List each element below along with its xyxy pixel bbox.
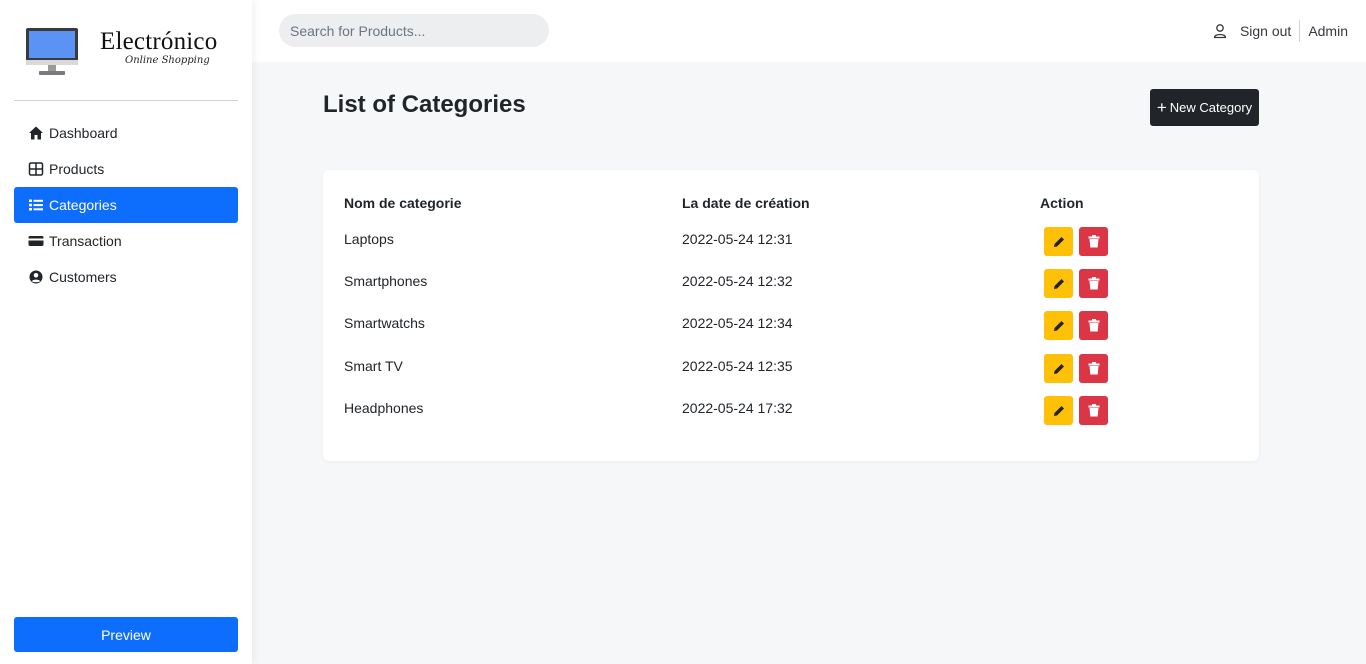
trash-icon — [1088, 362, 1099, 375]
credit-card-icon — [28, 233, 44, 249]
sidebar-item-label: Dashboard — [49, 125, 118, 141]
pencil-icon — [1053, 363, 1064, 374]
grid-icon — [28, 161, 44, 177]
table-row: Smart TV 2022-05-24 12:35 — [323, 354, 1259, 396]
table-row: Laptops 2022-05-24 12:31 — [323, 227, 1259, 269]
brand-name: Electrónico — [100, 28, 218, 55]
column-header-date: La date de création — [682, 195, 810, 211]
page-title: List of Categories — [323, 91, 526, 118]
search-input[interactable] — [279, 14, 549, 47]
pencil-icon — [1053, 278, 1064, 289]
new-category-label: New Category — [1169, 100, 1253, 115]
delete-button[interactable] — [1079, 354, 1108, 383]
edit-button[interactable] — [1044, 396, 1073, 425]
sidebar-item-customers[interactable]: Customers — [14, 259, 238, 295]
sidebar-item-dashboard[interactable]: Dashboard — [14, 115, 238, 151]
column-header-name: Nom de categorie — [344, 195, 462, 211]
delete-button[interactable] — [1079, 396, 1108, 425]
pencil-icon — [1053, 320, 1064, 331]
sidebar: Electrónico Online Shopping Dashboard Pr… — [0, 0, 252, 664]
category-name: Headphones — [344, 400, 424, 416]
user-icon[interactable] — [1212, 23, 1228, 39]
sidebar-item-label: Customers — [49, 269, 117, 285]
category-name: Laptops — [344, 231, 394, 247]
delete-button[interactable] — [1079, 269, 1108, 298]
monitor-icon — [26, 28, 78, 75]
sidebar-item-products[interactable]: Products — [14, 151, 238, 187]
house-icon — [28, 125, 44, 141]
user-menu: Sign out Admin — [1212, 20, 1348, 42]
edit-button[interactable] — [1044, 269, 1073, 298]
delete-button[interactable] — [1079, 227, 1108, 256]
category-name: Smartphones — [344, 273, 428, 289]
brand-logo[interactable]: Electrónico Online Shopping — [25, 25, 235, 80]
edit-button[interactable] — [1044, 227, 1073, 256]
topbar: Sign out Admin — [252, 0, 1366, 62]
creation-date: 2022-05-24 12:31 — [682, 231, 793, 247]
person-circle-icon — [28, 269, 44, 285]
trash-icon — [1088, 404, 1099, 417]
table-row: Smartwatchs 2022-05-24 12:34 — [323, 311, 1259, 353]
sidebar-item-label: Products — [49, 161, 105, 177]
sidebar-item-label: Categories — [49, 197, 117, 213]
list-icon — [28, 197, 44, 213]
plus-icon: + — [1156, 98, 1167, 117]
trash-icon — [1088, 235, 1099, 248]
sidebar-divider — [14, 100, 238, 101]
pencil-icon — [1053, 405, 1064, 416]
categories-table: Nom de categorie La date de création Act… — [323, 170, 1259, 461]
delete-button[interactable] — [1079, 311, 1108, 340]
user-name[interactable]: Admin — [1300, 20, 1348, 42]
pencil-icon — [1053, 236, 1064, 247]
sidebar-item-categories[interactable]: Categories — [14, 187, 238, 223]
creation-date: 2022-05-24 12:35 — [682, 358, 793, 374]
table-row: Smartphones 2022-05-24 12:32 — [323, 269, 1259, 311]
new-category-button[interactable]: + New Category — [1150, 89, 1259, 126]
column-header-action: Action — [1040, 195, 1084, 211]
sign-out-link[interactable]: Sign out — [1240, 20, 1301, 42]
table-row: Headphones 2022-05-24 17:32 — [323, 396, 1259, 438]
sidebar-item-transaction[interactable]: Transaction — [14, 223, 238, 259]
trash-icon — [1088, 277, 1099, 290]
creation-date: 2022-05-24 12:32 — [682, 273, 793, 289]
brand-tagline: Online Shopping — [125, 55, 210, 66]
preview-button[interactable]: Preview — [14, 617, 238, 652]
creation-date: 2022-05-24 17:32 — [682, 400, 793, 416]
sidebar-item-label: Transaction — [49, 233, 122, 249]
trash-icon — [1088, 319, 1099, 332]
sidebar-nav: Dashboard Products Categories Transactio… — [14, 115, 238, 295]
edit-button[interactable] — [1044, 311, 1073, 340]
category-name: Smart TV — [344, 358, 403, 374]
category-name: Smartwatchs — [344, 315, 425, 331]
creation-date: 2022-05-24 12:34 — [682, 315, 793, 331]
edit-button[interactable] — [1044, 354, 1073, 383]
